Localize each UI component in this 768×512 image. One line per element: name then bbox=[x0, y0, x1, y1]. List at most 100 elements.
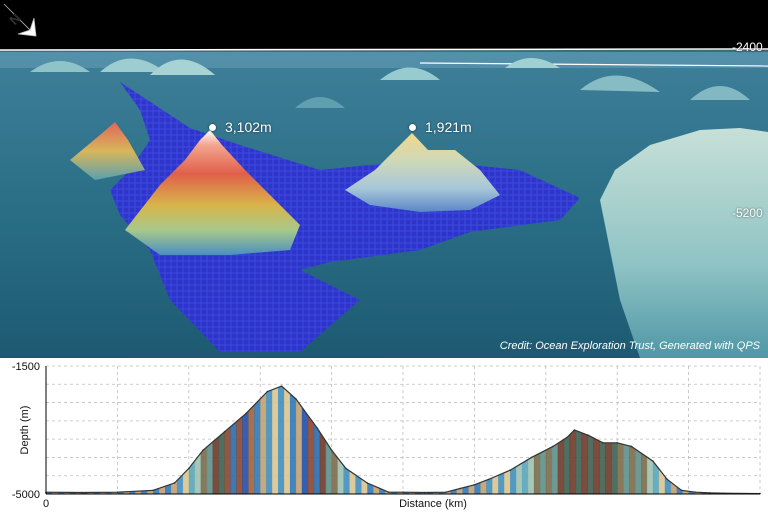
profile-point bbox=[680, 489, 683, 492]
x-axis-label: Distance (km) bbox=[399, 498, 467, 510]
profile-strip bbox=[319, 386, 327, 494]
profile-strip bbox=[105, 386, 113, 494]
profile-point bbox=[423, 491, 426, 494]
profile-strip bbox=[46, 386, 53, 494]
profile-point bbox=[530, 456, 533, 459]
profile-strip bbox=[414, 386, 422, 494]
profile-strip bbox=[408, 386, 416, 494]
profile-point bbox=[223, 431, 226, 433]
profile-strip bbox=[212, 386, 220, 494]
profile-strip bbox=[272, 386, 279, 494]
profile-point bbox=[295, 398, 297, 400]
profile-strip bbox=[575, 386, 583, 494]
profile-strip bbox=[367, 386, 374, 494]
profile-strip bbox=[307, 386, 315, 494]
profile-strip bbox=[700, 386, 708, 494]
profile-strip bbox=[664, 386, 672, 494]
profile-strip bbox=[593, 386, 600, 494]
profile-strip bbox=[123, 386, 130, 494]
profile-strip bbox=[260, 386, 267, 494]
peak-marker-dot-2 bbox=[409, 124, 416, 131]
x-tick-label-0: 0 bbox=[43, 498, 49, 510]
black-sky bbox=[0, 0, 768, 52]
profile-point bbox=[652, 460, 654, 462]
profile-strip bbox=[504, 386, 511, 494]
profile-strip bbox=[266, 386, 273, 494]
profile-point bbox=[345, 467, 347, 470]
profile-strip bbox=[456, 386, 464, 494]
profile-point bbox=[473, 484, 476, 486]
profile-strip bbox=[605, 386, 612, 494]
profile-point bbox=[666, 478, 668, 481]
depth-profile-svg: -1500 -50000 Distance (km) Depth (m) bbox=[12, 361, 761, 510]
profile-strip bbox=[295, 386, 303, 494]
profile-strip bbox=[718, 386, 725, 494]
profile-strip bbox=[248, 386, 255, 494]
profile-point bbox=[509, 469, 511, 472]
profile-strip bbox=[658, 386, 666, 494]
profile-strip bbox=[474, 386, 481, 494]
profile-strip bbox=[551, 386, 559, 494]
profile-point bbox=[366, 482, 369, 484]
profile-strip bbox=[57, 386, 65, 494]
profile-strip bbox=[420, 386, 428, 494]
y-tick-label-top: -1500 bbox=[12, 361, 40, 373]
profile-strip bbox=[289, 386, 297, 494]
profile-strip bbox=[69, 386, 77, 494]
profile-strip bbox=[426, 386, 434, 494]
profile-point bbox=[587, 434, 590, 437]
profile-strip bbox=[736, 386, 743, 494]
profile-strip bbox=[432, 386, 440, 494]
profile-strip bbox=[51, 386, 59, 494]
profile-strip bbox=[527, 386, 535, 494]
profile-strip bbox=[153, 386, 160, 494]
profile-strip bbox=[545, 386, 553, 494]
profile-point bbox=[616, 442, 618, 444]
profile-strip bbox=[510, 386, 517, 494]
profile-point bbox=[694, 491, 697, 493]
profile-strip bbox=[599, 386, 606, 494]
profile-strip bbox=[635, 386, 642, 494]
profile-strip bbox=[141, 386, 148, 494]
profile-point bbox=[280, 385, 283, 387]
profile-point bbox=[266, 390, 269, 393]
profile-point bbox=[80, 491, 83, 494]
peak-marker-dot-1 bbox=[209, 124, 216, 131]
profile-strip bbox=[117, 386, 124, 494]
profile-strip bbox=[403, 386, 410, 494]
profile-strip bbox=[438, 386, 446, 494]
profile-point bbox=[566, 436, 569, 439]
profile-point bbox=[602, 442, 604, 444]
profile-strip bbox=[373, 386, 380, 494]
profile-strip bbox=[641, 386, 648, 494]
profile-point bbox=[116, 491, 119, 493]
profile-strip bbox=[385, 386, 392, 494]
profile-strip bbox=[242, 386, 249, 494]
profile-strip bbox=[706, 386, 713, 494]
profile-strip bbox=[284, 386, 291, 494]
profile-point bbox=[552, 445, 554, 448]
profile-strip bbox=[450, 386, 458, 494]
horizon-line-white bbox=[0, 48, 768, 51]
profile-strip bbox=[224, 386, 232, 494]
profile-point bbox=[630, 445, 633, 448]
profile-strip bbox=[688, 386, 696, 494]
profile-strip bbox=[194, 386, 202, 494]
profile-strip bbox=[629, 386, 636, 494]
profile-strip bbox=[581, 386, 589, 494]
profile-strip bbox=[724, 386, 731, 494]
profile-strip bbox=[712, 386, 719, 494]
profile-strip bbox=[522, 386, 529, 494]
y-tick-label-bottom: -5000 bbox=[12, 489, 40, 501]
profile-strip bbox=[486, 386, 493, 494]
profile-strip bbox=[331, 386, 339, 494]
peak-height-label-2: 1,921m bbox=[425, 119, 472, 135]
peak-height-label-1: 3,102m bbox=[225, 119, 272, 135]
profile-strip bbox=[230, 386, 237, 494]
profile-strip bbox=[81, 386, 89, 494]
depth-tick-lower: -5200 bbox=[732, 206, 763, 220]
profile-strip bbox=[313, 386, 321, 494]
profile-strip bbox=[617, 386, 624, 494]
profile-strip bbox=[159, 386, 166, 494]
depth-tick-upper: -2400 bbox=[732, 40, 763, 54]
